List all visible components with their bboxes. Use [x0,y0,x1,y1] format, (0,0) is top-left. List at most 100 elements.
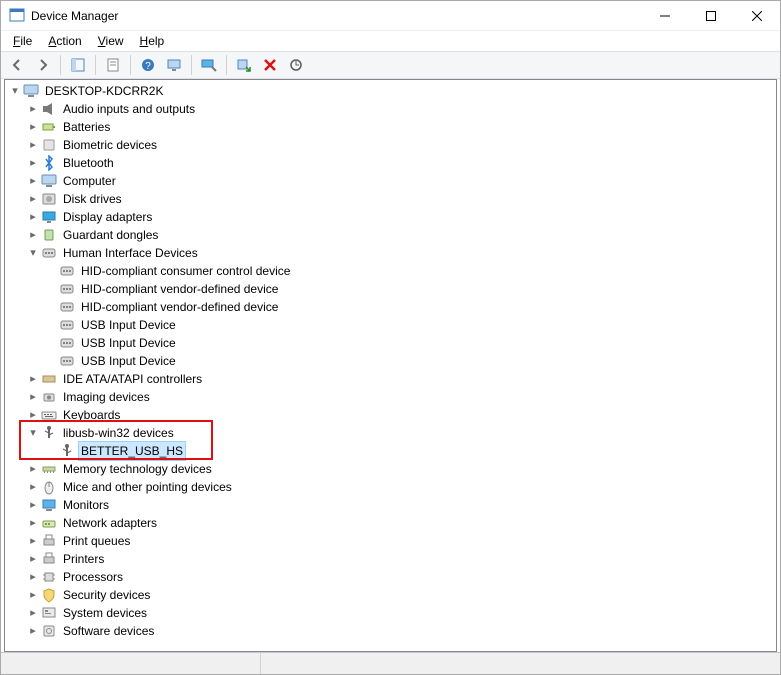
audio-icon [41,101,57,117]
tree-category[interactable]: ▸ Audio inputs and outputs [5,100,776,118]
expander-icon[interactable]: ▸ [25,568,41,586]
expander-icon[interactable]: ▸ [25,118,41,136]
tree-category[interactable]: ▸ Guardant dongles [5,226,776,244]
maximize-button[interactable] [688,1,734,30]
update-driver-button[interactable] [197,53,221,77]
expander-icon[interactable]: ▸ [25,190,41,208]
device-manager-window: Device Manager File Action View Help ? [0,0,781,675]
tree-category[interactable]: ▸ Computer [5,172,776,190]
expander-icon[interactable]: ▸ [25,532,41,550]
tree-device[interactable]: ▾ HID-compliant consumer control device [5,262,776,280]
tree-item-label: Biometric devices [61,136,159,154]
tree-category[interactable]: ▸ Monitors [5,496,776,514]
menubar: File Action View Help [1,31,780,51]
tree-device[interactable]: ▾ HID-compliant vendor-defined device [5,280,776,298]
expander-icon[interactable]: ▸ [25,226,41,244]
scan-hardware-button[interactable] [284,53,308,77]
tree-category[interactable]: ▸ Processors [5,568,776,586]
expander-icon[interactable]: ▸ [25,478,41,496]
tree-item-label: DESKTOP-KDCRR2K [43,82,165,100]
expander-icon[interactable]: ▸ [25,136,41,154]
tree-device[interactable]: ▾ HID-compliant vendor-defined device [5,298,776,316]
tree-category[interactable]: ▾ Human Interface Devices [5,244,776,262]
help-button[interactable]: ? [136,53,160,77]
software-icon [41,623,57,639]
tree-category[interactable]: ▸ Display adapters [5,208,776,226]
expander-icon[interactable]: ▸ [25,208,41,226]
tree-category[interactable]: ▸ Keyboards [5,406,776,424]
hid-icon [59,317,75,333]
generic-icon [41,137,57,153]
expander-icon[interactable]: ▸ [25,604,41,622]
tree-root[interactable]: ▾ DESKTOP-KDCRR2K [5,82,776,100]
tree-item-label: BETTER_USB_HS [79,442,185,460]
tree-category[interactable]: ▸ System devices [5,604,776,622]
minimize-button[interactable] [642,1,688,30]
tree-category[interactable]: ▸ Security devices [5,586,776,604]
tree-device[interactable]: ▾ USB Input Device [5,334,776,352]
device-tree[interactable]: ▾ DESKTOP-KDCRR2K ▸ Audio inputs and out… [5,80,776,651]
expander-icon[interactable]: ▾ [7,82,23,100]
show-hide-tree-button[interactable] [66,53,90,77]
tree-item-label: HID-compliant vendor-defined device [79,298,280,316]
tree-device[interactable]: ▾ USB Input Device [5,352,776,370]
tree-category[interactable]: ▸ Print queues [5,532,776,550]
tree-category[interactable]: ▸ Batteries [5,118,776,136]
enable-icon [236,57,252,73]
tree-category[interactable]: ▸ IDE ATA/ATAPI controllers [5,370,776,388]
forward-button[interactable] [31,53,55,77]
expander-icon[interactable]: ▸ [25,622,41,640]
tree-item-label: Human Interface Devices [61,244,200,262]
system-icon [41,605,57,621]
usb-icon [41,425,57,441]
menu-action[interactable]: Action [40,33,89,49]
devices-by-type-button[interactable] [162,53,186,77]
back-button[interactable] [5,53,29,77]
expander-icon[interactable]: ▸ [25,514,41,532]
expander-icon[interactable]: ▸ [25,154,41,172]
expander-icon[interactable]: ▸ [25,406,41,424]
tree-category[interactable]: ▸ Bluetooth [5,154,776,172]
tree-icon [70,57,86,73]
expander-icon[interactable]: ▸ [25,460,41,478]
tree-device[interactable]: ▾ BETTER_USB_HS [5,442,776,460]
uninstall-device-button[interactable] [258,53,282,77]
expander-icon[interactable]: ▾ [25,424,41,442]
hid-icon [41,245,57,261]
tree-category[interactable]: ▸ Imaging devices [5,388,776,406]
printer-icon [41,533,57,549]
back-icon [9,57,25,73]
tree-category[interactable]: ▾ libusb-win32 devices [5,424,776,442]
tree-item-label: Monitors [61,496,111,514]
tree-category[interactable]: ▸ Disk drives [5,190,776,208]
cpu-icon [41,569,57,585]
mouse-icon [41,479,57,495]
expander-icon[interactable]: ▸ [25,388,41,406]
menu-view[interactable]: View [90,33,132,49]
tree-device[interactable]: ▾ USB Input Device [5,316,776,334]
expander-icon[interactable]: ▸ [25,586,41,604]
expander-icon[interactable]: ▾ [25,244,41,262]
tree-category[interactable]: ▸ Printers [5,550,776,568]
enable-device-button[interactable] [232,53,256,77]
properties-button[interactable] [101,53,125,77]
hid-icon [59,353,75,369]
tree-category[interactable]: ▸ Memory technology devices [5,460,776,478]
tree-item-label: USB Input Device [79,352,178,370]
window-title: Device Manager [31,9,642,23]
menu-file[interactable]: File [5,33,40,49]
close-button[interactable] [734,1,780,30]
expander-icon[interactable]: ▸ [25,496,41,514]
menu-help[interactable]: Help [132,33,173,49]
tree-category[interactable]: ▸ Biometric devices [5,136,776,154]
tree-item-label: Display adapters [61,208,154,226]
expander-icon[interactable]: ▸ [25,370,41,388]
expander-icon[interactable]: ▸ [25,172,41,190]
app-icon [9,8,25,24]
tree-category[interactable]: ▸ Network adapters [5,514,776,532]
tree-category[interactable]: ▸ Mice and other pointing devices [5,478,776,496]
expander-icon[interactable]: ▸ [25,100,41,118]
expander-icon[interactable]: ▸ [25,550,41,568]
tree-category[interactable]: ▸ Software devices [5,622,776,640]
tree-item-label: System devices [61,604,149,622]
